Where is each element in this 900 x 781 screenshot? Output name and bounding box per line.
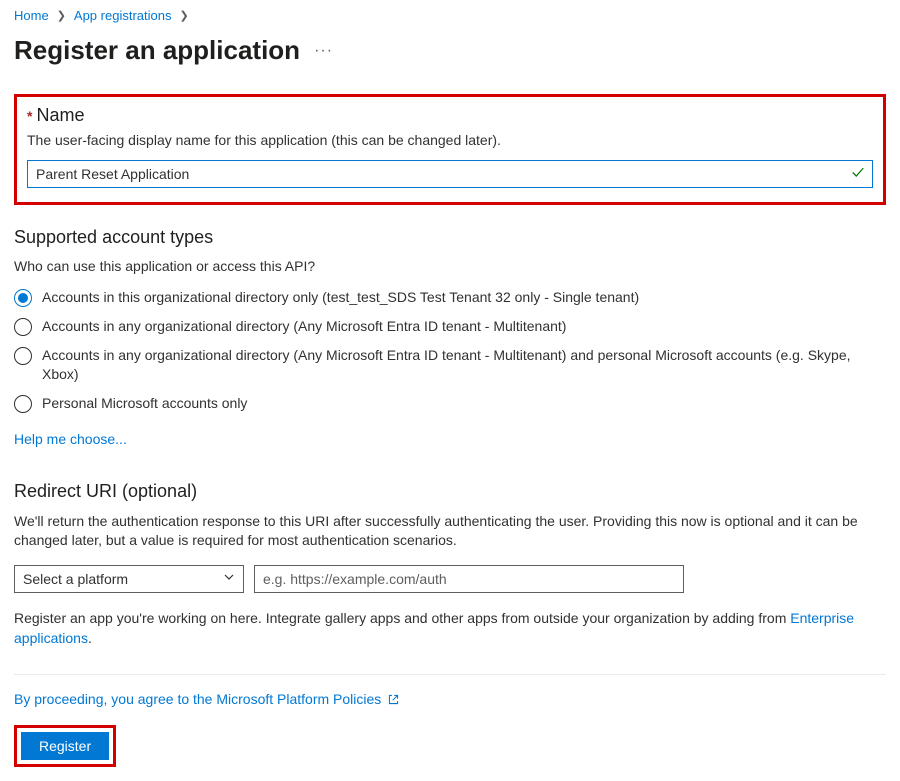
divider [14,674,886,675]
platform-select[interactable]: Select a platform [14,565,244,593]
enterprise-apps-note: Register an app you're working on here. … [14,609,886,648]
radio-multitenant-personal[interactable]: Accounts in any organizational directory… [14,346,886,384]
more-actions-button[interactable]: ··· [314,42,333,60]
redirect-uri-heading: Redirect URI (optional) [14,481,886,502]
radio-label: Personal Microsoft accounts only [42,394,247,413]
application-name-input[interactable] [27,160,873,188]
account-types-sub: Who can use this application or access t… [14,258,886,274]
radio-icon [14,289,32,307]
name-section-highlight: * Name The user-facing display name for … [14,94,886,205]
radio-multitenant[interactable]: Accounts in any organizational directory… [14,317,886,336]
redirect-uri-section: Redirect URI (optional) We'll return the… [14,481,886,648]
redirect-uri-desc: We'll return the authentication response… [14,512,886,551]
account-types-heading: Supported account types [14,227,886,248]
breadcrumb: Home ❯ App registrations ❯ [14,8,886,23]
chevron-down-icon [223,571,235,586]
help-me-choose-link[interactable]: Help me choose... [14,431,127,447]
radio-icon [14,347,32,365]
chevron-right-icon: ❯ [57,9,66,22]
required-asterisk-icon: * [27,108,32,124]
account-types-section: Supported account types Who can use this… [14,227,886,447]
register-button[interactable]: Register [21,732,109,760]
breadcrumb-home[interactable]: Home [14,8,49,23]
chevron-right-icon: ❯ [179,9,188,22]
platform-select-value: Select a platform [23,571,128,587]
radio-icon [14,318,32,336]
name-field-help: The user-facing display name for this ap… [27,132,873,148]
radio-label: Accounts in any organizational directory… [42,346,886,384]
breadcrumb-app-registrations[interactable]: App registrations [74,8,172,23]
redirect-uri-input[interactable] [254,565,684,593]
radio-label: Accounts in any organizational directory… [42,317,566,336]
page-title: Register an application [14,35,300,66]
radio-personal-only[interactable]: Personal Microsoft accounts only [14,394,886,413]
name-field-label: Name [36,105,84,126]
radio-single-tenant[interactable]: Accounts in this organizational director… [14,288,886,307]
radio-icon [14,395,32,413]
radio-label: Accounts in this organizational director… [42,288,639,307]
platform-policies-link[interactable]: By proceeding, you agree to the Microsof… [14,691,381,707]
checkmark-icon [851,166,865,183]
register-button-highlight: Register [14,725,116,767]
external-link-icon [387,693,400,706]
